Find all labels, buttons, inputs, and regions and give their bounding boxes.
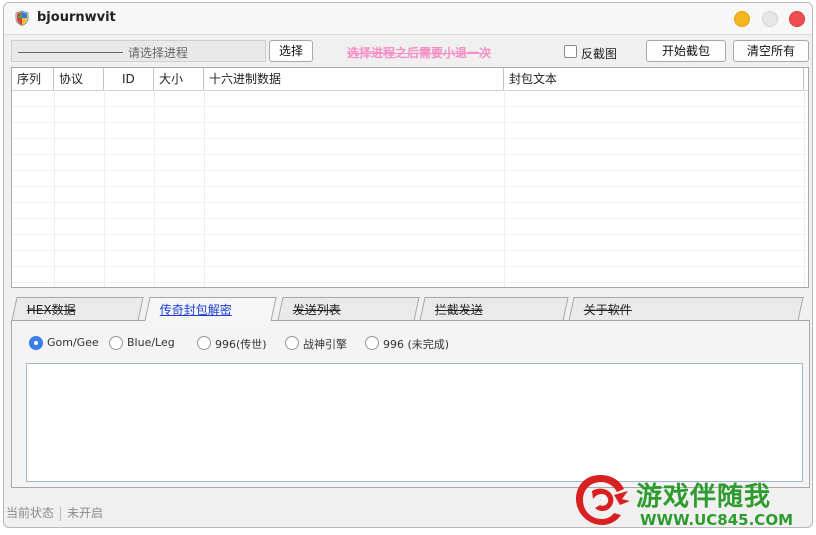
- radio-indicator[interactable]: [197, 336, 211, 350]
- radio-label: 996 (未完成): [383, 338, 450, 351]
- shield-app-icon: [15, 10, 29, 26]
- dragon-logo-icon: [576, 475, 630, 525]
- table-row-line: [12, 250, 808, 251]
- tab-intercept-send[interactable]: 拦截发送: [419, 297, 569, 321]
- radio-label: 996(传世): [215, 338, 267, 351]
- process-field-strike: [18, 52, 123, 53]
- column-header-id[interactable]: ID: [104, 68, 154, 90]
- tab-strip: HEX数据 传奇封包解密 发送列表 拦截发送 关于软件: [11, 297, 814, 321]
- column-divider: [804, 90, 805, 287]
- packet-table[interactable]: 序列 协议 ID 大小 十六进制数据 封包文本: [11, 67, 809, 288]
- anti-screenshot-checkbox[interactable]: [564, 45, 577, 58]
- table-row-line: [12, 186, 808, 187]
- title-bar[interactable]: bjournwvit: [4, 3, 812, 35]
- clear-all-button[interactable]: 清空所有: [733, 40, 809, 62]
- table-row-line: [12, 218, 808, 219]
- minimize-button[interactable]: [734, 11, 750, 27]
- start-capture-button[interactable]: 开始截包: [646, 40, 726, 62]
- status-bar: 当前状态 未开启: [6, 504, 103, 521]
- decrypt-output-textarea[interactable]: [26, 363, 803, 482]
- column-header-seq[interactable]: 序列: [12, 68, 54, 90]
- column-header-text[interactable]: 封包文本: [504, 68, 804, 90]
- radio-label: 战神引擎: [303, 338, 347, 351]
- tab-label: 拦截发送: [434, 303, 483, 317]
- maximize-button[interactable]: [762, 11, 778, 27]
- column-divider: [54, 90, 55, 287]
- tab-send-list[interactable]: 发送列表: [277, 297, 420, 321]
- table-row-line: [12, 234, 808, 235]
- tab-label: HEX数据: [26, 303, 76, 317]
- window-title: bjournwvit: [37, 10, 116, 25]
- packet-table-header: 序列 协议 ID 大小 十六进制数据 封包文本: [12, 68, 808, 91]
- table-row-line: [12, 122, 808, 123]
- tab-label: 传奇封包解密: [159, 303, 232, 317]
- radio-indicator[interactable]: [285, 336, 299, 350]
- column-header-hex[interactable]: 十六进制数据: [204, 68, 504, 90]
- radio-indicator[interactable]: [365, 336, 379, 350]
- table-row-line: [12, 154, 808, 155]
- column-divider: [204, 90, 205, 287]
- watermark-url-text: WWW.UC845.COM: [640, 511, 793, 529]
- column-divider: [104, 90, 105, 287]
- tab-label: 发送列表: [292, 303, 341, 317]
- table-row-line: [12, 202, 808, 203]
- column-header-size[interactable]: 大小: [154, 68, 204, 90]
- table-row-line: [12, 282, 808, 283]
- table-row-line: [12, 170, 808, 171]
- status-label: 当前状态: [6, 506, 55, 520]
- tab-label: 关于软件: [583, 303, 632, 317]
- anti-screenshot-label: 反截图: [581, 47, 618, 61]
- status-value: 未开启: [67, 506, 104, 520]
- column-divider: [504, 90, 505, 287]
- radio-label: Gom/Gee: [47, 336, 99, 349]
- radio-indicator[interactable]: [109, 336, 123, 350]
- tab-packet-decrypt[interactable]: 传奇封包解密: [144, 297, 277, 321]
- process-selector-field[interactable]: 请选择进程: [11, 40, 266, 62]
- tab-about[interactable]: 关于软件: [568, 297, 804, 321]
- watermark-brand-text: 游戏伴随我: [636, 482, 772, 512]
- table-row-line: [12, 266, 808, 267]
- process-placeholder: 请选择进程: [128, 46, 189, 60]
- select-process-button[interactable]: 选择: [269, 40, 313, 62]
- column-divider: [154, 90, 155, 287]
- tab-hex-data[interactable]: HEX数据: [11, 297, 144, 321]
- close-button[interactable]: [789, 11, 805, 27]
- table-row-line: [12, 106, 808, 107]
- column-header-protocol[interactable]: 协议: [54, 68, 104, 90]
- radio-indicator[interactable]: [29, 336, 43, 350]
- decrypt-panel: Gom/Gee Blue/Leg 996(传世) 战神引擎 996 (未完成): [11, 320, 810, 488]
- table-row-line: [12, 138, 808, 139]
- radio-label: Blue/Leg: [127, 336, 175, 349]
- status-separator: [60, 506, 62, 521]
- hint-text: 选择进程之后需要小退一次: [347, 46, 492, 60]
